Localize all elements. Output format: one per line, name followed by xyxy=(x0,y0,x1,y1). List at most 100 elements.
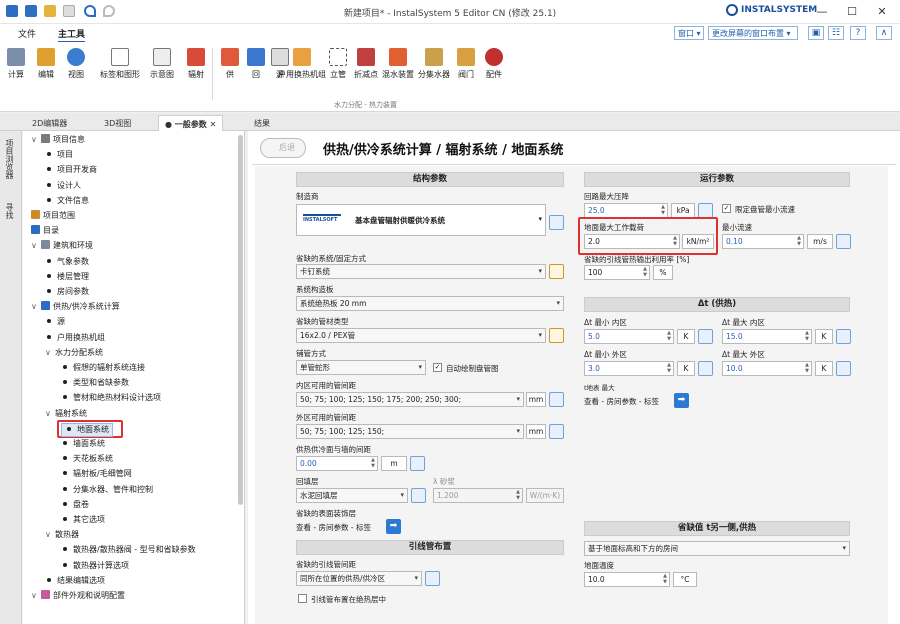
tree-item[interactable]: 源 xyxy=(45,316,65,328)
tree-item[interactable]: 散热器计算选项 xyxy=(61,560,129,572)
list-icon[interactable] xyxy=(549,392,564,407)
labels-graphics-button[interactable]: 标签和图形 xyxy=(96,48,144,98)
expand-toggle-icon[interactable]: ∨ xyxy=(31,240,41,252)
menu-main-tools[interactable]: 主工具 xyxy=(58,27,86,43)
tree-item[interactable]: 分集水器、管件和控制 xyxy=(61,484,153,496)
board-select[interactable]: 系统绝热板 20 mm ▾ xyxy=(296,296,564,311)
wall-gap-input[interactable]: 0.00 ▲ ▼ xyxy=(296,456,378,471)
pipe-select[interactable]: 16x2.0 / PEX管 ▾ xyxy=(296,328,546,343)
tree-item[interactable]: ∨ 散热器 xyxy=(45,529,79,541)
list-icon[interactable] xyxy=(836,329,851,344)
edit-pen-icon[interactable] xyxy=(549,328,564,343)
expand-toggle-icon[interactable]: ∨ xyxy=(31,134,41,146)
list-icon[interactable] xyxy=(836,361,851,376)
menu-file[interactable]: 文件 xyxy=(18,27,36,40)
list-icon[interactable] xyxy=(698,329,713,344)
leads-insulation-checkbox[interactable] xyxy=(298,594,307,603)
dt-max-inner-input[interactable]: 15.0 ▲ ▼ xyxy=(722,329,812,344)
outer-spacing-select[interactable]: 50; 75; 100; 125; 150; ▾ xyxy=(296,424,524,439)
spinner-icon[interactable]: ▲ ▼ xyxy=(667,362,671,374)
tab-3d-view[interactable]: 3D视图 xyxy=(98,115,137,131)
tree-item[interactable]: 结果编辑选项 xyxy=(45,575,105,587)
tree-item[interactable]: 散热器/散热器阀 - 型号和省缺参数 xyxy=(61,544,196,556)
tree-item[interactable]: ∨ 供热/供冷系统计算 xyxy=(31,301,120,313)
help-icon[interactable]: ? xyxy=(850,26,866,40)
inner-spacing-select[interactable]: 50; 75; 100; 125; 150; 175; 200; 250; 30… xyxy=(296,392,524,407)
tree-item[interactable]: 地面系统 xyxy=(61,422,113,437)
util-input[interactable]: 100 ▲ ▼ xyxy=(584,265,650,280)
spinner-icon[interactable]: ▲ ▼ xyxy=(673,235,677,247)
tab-search[interactable]: 寻找 xyxy=(4,203,15,219)
arrow-right-icon[interactable]: ➡ xyxy=(386,519,401,534)
tree-item[interactable]: 房间参数 xyxy=(45,286,89,298)
tree-item[interactable]: 辐射板/毛细管网 xyxy=(61,468,132,480)
list-icon[interactable] xyxy=(698,203,713,218)
tree-item[interactable]: 文件信息 xyxy=(45,195,89,207)
view-button[interactable]: 视图 xyxy=(56,48,96,98)
tree-item[interactable]: ∨ 建筑和环境 xyxy=(31,240,93,252)
minimize-button[interactable]: — xyxy=(808,3,836,21)
layout-icon[interactable]: ▣ xyxy=(808,26,824,40)
tree-item[interactable]: 假想的辐射系统连接 xyxy=(61,362,145,374)
tree-item[interactable]: 其它选项 xyxy=(61,514,105,526)
tree-item[interactable]: 目录 xyxy=(31,225,59,237)
tree-scrollbar[interactable] xyxy=(238,135,243,505)
screed-select[interactable]: 水泥回填层 ▾ xyxy=(296,488,408,503)
close-icon[interactable]: ✕ xyxy=(210,120,217,129)
spinner-icon[interactable]: ▲ ▼ xyxy=(663,573,667,585)
tree-item[interactable]: 墙面系统 xyxy=(61,438,105,450)
tree-item[interactable]: ∨ 水力分配系统 xyxy=(45,347,103,359)
system-select[interactable]: 卡钉系统 ▾ xyxy=(296,264,546,279)
tree-item[interactable]: 气象参数 xyxy=(45,256,89,268)
tab-general-params[interactable]: ● 一般参数 ✕ xyxy=(158,115,224,131)
tree-item[interactable]: 户用换热机组 xyxy=(45,332,105,344)
tree-item[interactable]: 项目开发商 xyxy=(45,164,97,176)
list-icon[interactable] xyxy=(410,456,425,471)
spinner-icon[interactable]: ▲ ▼ xyxy=(667,330,671,342)
tree-item[interactable]: 管材和绝热材料设计选项 xyxy=(61,392,161,404)
tab-results[interactable]: 结果 xyxy=(248,115,276,131)
min-flow-input[interactable]: 0.10 ▲ ▼ xyxy=(722,234,804,249)
spinner-icon[interactable]: ▲ ▼ xyxy=(661,204,665,216)
tree-item[interactable]: 天花板系统 xyxy=(61,453,113,465)
leads-arrangement-select[interactable]: 同所在位置的供热/供冷区 ▾ xyxy=(296,571,422,586)
tab-project-browser[interactable]: 项目浏览器 xyxy=(4,139,15,179)
expand-toggle-icon[interactable]: ∨ xyxy=(31,301,41,313)
manufacturer-select[interactable]: INSTALSOFT 基本盘管辐射供暖供冷系统 ▾ xyxy=(296,204,546,236)
database-icon[interactable] xyxy=(549,215,564,230)
arrow-right-icon[interactable]: ➡ xyxy=(674,393,689,408)
expand-toggle-icon[interactable]: ∨ xyxy=(31,590,41,602)
layout-select[interactable]: 更改屏幕的窗口布置 ▾ xyxy=(708,26,798,40)
list-icon[interactable] xyxy=(549,424,564,439)
fitting-button[interactable]: 配件 xyxy=(474,48,514,98)
limit-flow-checkbox[interactable]: ✓ xyxy=(722,204,731,213)
mixing-button[interactable]: 混水装置 xyxy=(378,48,418,98)
ground-temp-input[interactable]: 10.0 ▲ ▼ xyxy=(584,572,670,587)
tree-item[interactable]: 楼层管理 xyxy=(45,271,89,283)
expand-toggle-icon[interactable]: ∨ xyxy=(45,347,55,359)
tree-item[interactable]: 项目范围 xyxy=(31,210,75,222)
expand-toggle-icon[interactable]: ∨ xyxy=(45,529,55,541)
spinner-icon[interactable]: ▲ ▼ xyxy=(805,362,809,374)
collapse-ribbon-button[interactable]: ∧ xyxy=(876,26,892,40)
close-button[interactable]: ✕ xyxy=(868,3,896,21)
auto-draw-checkbox[interactable]: ✓ xyxy=(433,363,442,372)
laying-select[interactable]: 单管蛇形 ▾ xyxy=(296,360,426,375)
settings-icon[interactable]: ☷ xyxy=(828,26,844,40)
edit-pen-icon[interactable] xyxy=(549,264,564,279)
tree-item[interactable]: ∨ 辐射系统 xyxy=(45,408,87,420)
tree-item[interactable]: ∨ 项目信息 xyxy=(31,134,85,146)
tree-item[interactable]: 设计人 xyxy=(45,180,81,192)
dt-max-outer-input[interactable]: 10.0 ▲ ▼ xyxy=(722,361,812,376)
database-icon[interactable] xyxy=(411,488,426,503)
list-icon[interactable] xyxy=(425,571,440,586)
expand-toggle-icon[interactable]: ∨ xyxy=(45,408,55,420)
window-select[interactable]: 窗口 ▾ xyxy=(674,26,704,40)
list-icon[interactable] xyxy=(836,234,851,249)
defaults-method-select[interactable]: 基于地面标高和下方的房间 ▾ xyxy=(584,541,850,556)
list-icon[interactable] xyxy=(698,361,713,376)
tree-item[interactable]: 盘卷 xyxy=(61,499,89,511)
dt-min-inner-input[interactable]: 5.0 ▲ ▼ xyxy=(584,329,674,344)
tab-2d-editor[interactable]: 2D编辑器 xyxy=(26,115,73,131)
spinner-icon[interactable]: ▲ ▼ xyxy=(805,330,809,342)
